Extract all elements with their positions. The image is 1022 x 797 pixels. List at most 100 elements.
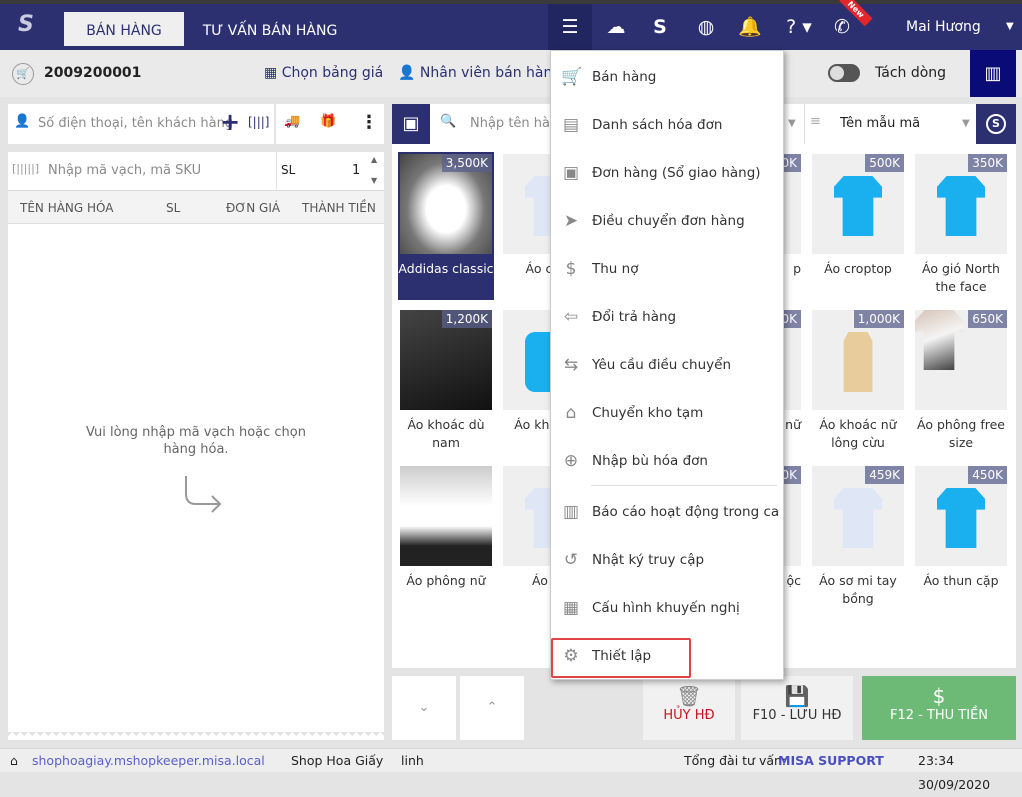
product-card[interactable]: 500K Áo croptop bbox=[810, 152, 906, 300]
price-badge: 1,200K bbox=[441, 310, 492, 328]
col-price: ĐƠN GIÁ bbox=[226, 201, 281, 215]
price-icon[interactable]: S bbox=[638, 4, 682, 50]
hamburger-menu-button[interactable]: ☰ bbox=[548, 4, 592, 50]
more-vertical-icon[interactable]: ⋮ bbox=[360, 112, 378, 133]
menu-item[interactable]: ▤ Danh sách hóa đơn bbox=[551, 105, 785, 145]
pay-button[interactable]: $ F12 - THU TIỀN bbox=[862, 676, 1016, 740]
menu-item[interactable]: ▥ Báo cáo hoạt động trong ca bbox=[551, 492, 785, 532]
menu-item[interactable]: ▦ Cấu hình khuyến nghị bbox=[551, 588, 785, 628]
product-name: Áo gió North the face bbox=[922, 261, 1000, 294]
qty-value[interactable]: 1 bbox=[352, 163, 360, 178]
product-name: Áo khoác dù nam bbox=[407, 417, 485, 450]
menu-item-label: Bán hàng bbox=[592, 69, 657, 85]
menu-item-label: Đơn hàng (Sổ giao hàng) bbox=[592, 165, 761, 181]
user-name[interactable]: Mai Hương bbox=[906, 4, 981, 50]
sort-icon: ≡ bbox=[810, 114, 821, 129]
bell-icon[interactable]: 🔔 bbox=[728, 4, 772, 50]
scroll-down-button[interactable]: ⌄ bbox=[392, 676, 456, 740]
sort-select[interactable]: Tên mẫu mã bbox=[840, 116, 920, 131]
chevron-down-icon[interactable]: ▼ bbox=[788, 118, 796, 129]
highlight-box bbox=[551, 638, 691, 678]
menu-item[interactable]: ➤ Điều chuyển đơn hàng bbox=[551, 201, 785, 241]
misa-support-link[interactable]: MISA SUPPORT bbox=[778, 749, 884, 773]
barcode-icon: [|||||] bbox=[12, 162, 40, 175]
price-badge: 500K bbox=[865, 154, 904, 172]
menu-item[interactable]: ⌂ Chuyển kho tạm bbox=[551, 393, 785, 433]
cancel-invoice-button[interactable]: 🗑 HỦY HĐ bbox=[643, 676, 735, 740]
empty-cart-message: Vui lòng nhập mã vạch hoặc chọn hàng hóa… bbox=[86, 425, 306, 457]
barcode-field[interactable]: [|||||] Nhập mã vạch, mã SKU bbox=[8, 152, 276, 190]
chevron-down-icon[interactable]: ▼ bbox=[962, 118, 970, 129]
product-search-input[interactable]: Nhập tên hàn bbox=[470, 116, 558, 131]
add-invoice-icon: ⊕ bbox=[563, 451, 579, 471]
menu-item[interactable]: ↺ Nhật ký truy cập bbox=[551, 540, 785, 580]
price-filter-button[interactable]: S bbox=[976, 104, 1016, 144]
pay-label: F12 - THU TIỀN bbox=[889, 708, 989, 723]
product-name: Addidas classic bbox=[398, 261, 494, 276]
price-badge: 3,500K bbox=[441, 154, 492, 172]
product-card[interactable]: 450K Áo thun cặp bbox=[913, 464, 1009, 612]
menu-item-label: Cấu hình khuyến nghị bbox=[592, 600, 740, 616]
menu-item[interactable]: $ Thu nợ bbox=[551, 249, 785, 289]
customer-input[interactable]: Số điện thoại, tên khách hàng bbox=[38, 116, 233, 131]
grid-view-button[interactable]: ▣ bbox=[392, 104, 430, 144]
scan-customer-icon[interactable]: [|||] bbox=[248, 115, 270, 129]
price-list-button[interactable]: ▦ Chọn bảng giá bbox=[264, 50, 383, 97]
staff-button[interactable]: 👤 Nhân viên bán hàng bbox=[398, 50, 561, 97]
tab-tu-van-ban-hang[interactable]: TƯ VẤN BÁN HÀNG bbox=[190, 12, 350, 46]
menu-item-label: Báo cáo hoạt động trong ca bbox=[592, 504, 780, 520]
money-bag-icon: $ bbox=[565, 259, 577, 279]
menu-item[interactable]: 🛒 Bán hàng bbox=[551, 57, 785, 97]
shop-name: Shop Hoa Giấy bbox=[291, 753, 384, 768]
price-badge: 1,000K bbox=[853, 310, 904, 328]
gift-icon[interactable]: 🎁 bbox=[320, 114, 336, 129]
globe-icon[interactable]: ◍ bbox=[684, 4, 728, 50]
save-invoice-button[interactable]: 💾 F10 - LƯU HĐ bbox=[741, 676, 853, 740]
hotline-label: Tổng đài tư vấn: bbox=[684, 753, 787, 768]
menu-item[interactable]: ⇦ Đổi trả hàng bbox=[551, 297, 785, 337]
receipt-view-button[interactable]: ▥ bbox=[970, 50, 1016, 97]
product-name: Áo sơ mi tay bồng bbox=[819, 573, 897, 606]
decrement-icon[interactable]: ▼ bbox=[371, 176, 377, 185]
product-name: Áo phông nữ bbox=[406, 573, 486, 588]
split-line-toggle[interactable] bbox=[828, 64, 860, 82]
home-icon: ⌂ bbox=[10, 753, 18, 768]
menu-item-label: Đổi trả hàng bbox=[592, 309, 677, 325]
menu-item[interactable]: ▣ Đơn hàng (Sổ giao hàng) bbox=[551, 153, 785, 193]
staff-label: Nhân viên bán hàng bbox=[419, 65, 562, 81]
product-card[interactable]: 350K Áo gió North the face bbox=[913, 152, 1009, 300]
menu-item[interactable]: ⇆ Yêu cầu điều chuyển bbox=[551, 345, 785, 385]
product-image bbox=[400, 466, 492, 566]
barcode-input[interactable]: Nhập mã vạch, mã SKU bbox=[48, 163, 201, 178]
chevron-down-icon[interactable]: ▼ bbox=[1006, 4, 1014, 50]
increment-icon[interactable]: ▲ bbox=[371, 155, 377, 164]
product-name: Áo phông free size bbox=[917, 417, 1005, 450]
price-badge: 459K bbox=[865, 466, 904, 484]
person-icon: 👤 bbox=[14, 114, 31, 129]
cancel-label: HỦY HĐ bbox=[663, 708, 715, 723]
product-card[interactable]: 459K Áo sơ mi tay bồng bbox=[810, 464, 906, 612]
document-icon: ▤ bbox=[562, 115, 580, 135]
invoice-number: 2009200001 bbox=[44, 65, 142, 81]
cloud-sync-icon[interactable]: ☁ bbox=[594, 4, 638, 50]
product-card[interactable]: 1,200K Áo khoác dù nam bbox=[398, 308, 494, 456]
quantity-stepper[interactable]: SL 1 ▲ ▼ bbox=[277, 152, 384, 190]
transfer-icon: ⇆ bbox=[563, 355, 579, 375]
menu-item-label: Nhập bù hóa đơn bbox=[592, 453, 708, 469]
menu-item-label: Thu nợ bbox=[592, 261, 639, 277]
menu-item-label: Điều chuyển đơn hàng bbox=[592, 213, 745, 229]
tab-ban-hang[interactable]: BÁN HÀNG bbox=[64, 12, 184, 46]
product-card[interactable]: 650K Áo phông free size bbox=[913, 308, 1009, 456]
product-card[interactable]: 1,000K Áo khoác nữ lông cừu bbox=[810, 308, 906, 456]
add-customer-icon[interactable]: + bbox=[220, 108, 240, 136]
product-card[interactable]: Áo phông nữ bbox=[398, 464, 494, 612]
scroll-up-button[interactable]: ⌃ bbox=[460, 676, 524, 740]
help-icon[interactable]: ? ▾ bbox=[774, 4, 824, 50]
shop-url[interactable]: shophoagiay.mshopkeeper.misa.local bbox=[32, 749, 265, 773]
customer-search[interactable]: 👤 Số điện thoại, tên khách hàng + [|||] bbox=[8, 104, 274, 144]
dollar-icon: $ bbox=[932, 684, 946, 708]
menu-item[interactable]: ⊕ Nhập bù hóa đơn bbox=[551, 441, 785, 481]
delivery-truck-icon[interactable]: 🚚 bbox=[284, 114, 300, 129]
product-card[interactable]: 3,500K Addidas classic bbox=[398, 152, 494, 300]
send-icon: ➤ bbox=[563, 211, 579, 231]
